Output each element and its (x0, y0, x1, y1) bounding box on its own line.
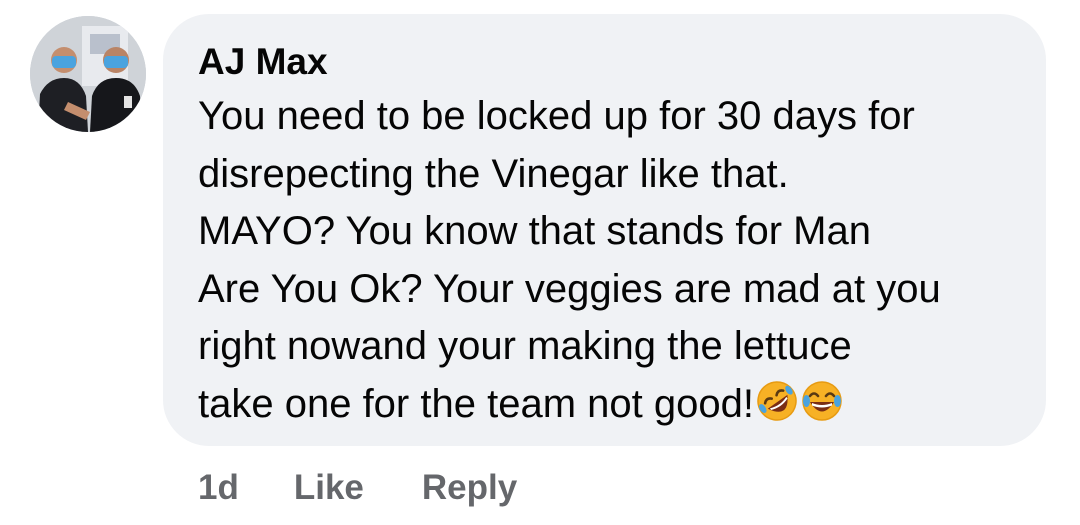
comment-text-line: disrepecting the Vinegar like that. (198, 151, 789, 196)
rolling-on-floor-laughing-emoji (755, 379, 799, 423)
comment-text-line: You need to be locked up for 30 days for (198, 94, 915, 138)
reply-button[interactable]: Reply (422, 468, 517, 508)
comment-text-line: Are You Ok? Your veggies are mad at you (198, 266, 941, 311)
comment-actions: 1d Like Reply (198, 463, 517, 513)
comment-text-line: MAYO? You know that stands for Man (198, 209, 871, 253)
face-with-tears-of-joy-emoji (800, 379, 844, 423)
comment-bubble: AJ Max You need to be locked up for 30 d… (163, 14, 1046, 446)
comment-container: AJ Max You need to be locked up for 30 d… (0, 0, 1080, 525)
profile-photo (30, 16, 146, 132)
comment-author[interactable]: AJ Max (198, 40, 1012, 84)
like-button[interactable]: Like (294, 468, 364, 508)
comment-text: You need to be locked up for 30 days for… (198, 88, 1028, 433)
comment-timestamp[interactable]: 1d (198, 468, 239, 508)
comment-text-line-last: take one for the team not good! (198, 376, 1028, 434)
comment-text-line-text: take one for the team not good! (198, 381, 754, 426)
avatar[interactable] (30, 16, 146, 132)
comment-text-line: right nowand your making the lettuce (198, 324, 852, 368)
